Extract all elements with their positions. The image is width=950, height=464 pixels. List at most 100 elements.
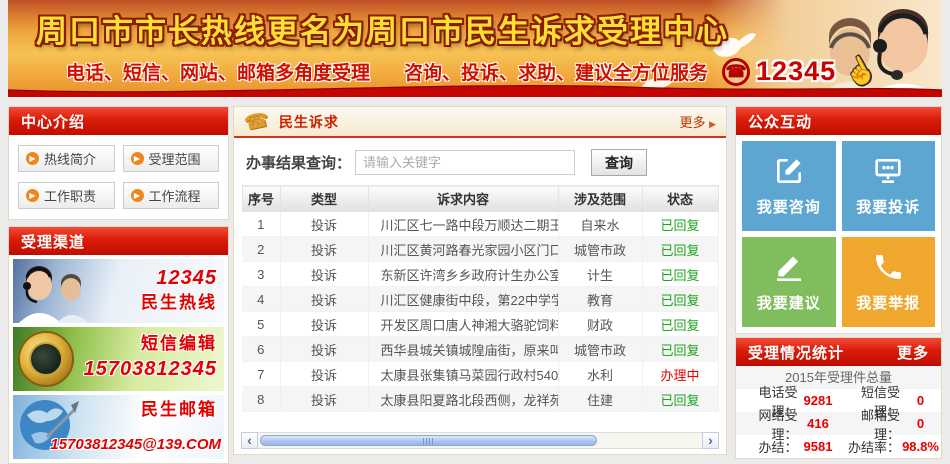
row-type: 投诉 xyxy=(280,212,368,237)
arrow-bullet-icon: ▶ xyxy=(131,152,144,165)
table-row: 6 投诉 西华县城关镇城隍庙街，原来叫箕… 城管市政 已回复 xyxy=(242,337,718,362)
row-type: 投诉 xyxy=(280,237,368,262)
consult-tile[interactable]: 我要咨询 xyxy=(742,141,836,231)
report-icon xyxy=(872,251,904,283)
scroll-left-button[interactable]: ‹ xyxy=(241,432,258,449)
public-interaction-header: 公众互动 xyxy=(736,107,941,135)
row-no: 3 xyxy=(242,262,280,287)
stat-rate: 办结率： 98.8% xyxy=(839,437,942,456)
table-row: 8 投诉 太康县阳夏路北段西侧，龙祥苑小… 住建 已回复 xyxy=(242,387,718,412)
acceptance-scope-button[interactable]: ▶ 受理范围 xyxy=(123,145,220,172)
table-row: 4 投诉 川汇区健康街中段，第22中学学校… 教育 已回复 xyxy=(242,287,718,312)
hotline-banner[interactable]: 12345 民生热线 xyxy=(13,259,224,323)
status-badge: 已回复 xyxy=(642,262,718,287)
col-header-content: 诉求内容 xyxy=(368,186,558,212)
arrow-bullet-icon: ▶ xyxy=(26,152,39,165)
request-link[interactable]: 东新区许湾乡乡政府计生办公室，… xyxy=(368,262,558,287)
col-header-type: 类型 xyxy=(280,186,368,212)
work-duty-label: 工作职责 xyxy=(44,186,96,205)
email-banner-address: 15703812345@139.COM xyxy=(13,436,221,453)
stats-row: 办结： 9581 办结率： 98.8% xyxy=(736,435,941,458)
channels-title: 受理渠道 xyxy=(21,231,85,252)
row-no: 5 xyxy=(242,312,280,337)
center-intro-body: ▶ 热线简介 ▶ 受理范围 ▶ 工作职责 ▶ 工作流程 xyxy=(9,135,228,219)
scrollbar-thumb[interactable] xyxy=(260,435,597,446)
sms-banner-text: 短信编辑 15703812345 xyxy=(84,333,217,383)
status-badge: 办理中 xyxy=(642,362,718,387)
report-label: 我要举报 xyxy=(856,292,920,313)
request-link[interactable]: 西华县城关镇城隍庙街，原来叫箕… xyxy=(368,337,558,362)
result-search-input[interactable] xyxy=(355,150,575,175)
request-link[interactable]: 川汇区黄河路春光家园小区门口东2… xyxy=(368,237,558,262)
work-duty-button[interactable]: ▶ 工作职责 xyxy=(18,182,115,209)
result-search-label: 办事结果查询： xyxy=(246,152,351,173)
complaint-label: 我要投诉 xyxy=(856,196,920,217)
row-scope: 教育 xyxy=(558,287,642,312)
email-banner[interactable]: 民生邮箱 15703812345@139.COM xyxy=(13,395,224,459)
hotline-banner-text: 12345 民生热线 xyxy=(141,265,217,315)
row-scope: 住建 xyxy=(558,387,642,412)
requests-more-link[interactable]: 更多 ▶ xyxy=(679,112,716,131)
requests-table: 序号 类型 诉求内容 涉及范围 状态 1 投诉 川汇区七一路中段万顺达二期王女…… xyxy=(242,185,719,412)
request-link[interactable]: 太康县阳夏路北段西侧，龙祥苑小… xyxy=(368,387,558,412)
operators-illustration xyxy=(13,259,103,323)
gold-clock-illustration xyxy=(18,331,74,387)
sms-banner-label: 短信编辑 xyxy=(84,333,217,356)
row-scope: 计生 xyxy=(558,262,642,287)
row-type: 投诉 xyxy=(280,387,368,412)
suggest-icon xyxy=(773,251,805,283)
result-search-row: 办事结果查询： 查询 xyxy=(234,138,726,183)
requests-more-label: 更多 xyxy=(679,115,705,130)
channels-panel: 受理渠道 12345 民生热线 短信编辑 157 xyxy=(8,226,229,464)
row-scope: 水利 xyxy=(558,362,642,387)
row-scope: 城管市政 xyxy=(558,337,642,362)
stat-rate-value: 98.8% xyxy=(900,439,941,454)
stats-panel: 受理情况统计 更多 2015年受理件总量 电话受理： 9281 短信受理： 0 … xyxy=(735,337,942,459)
row-scope: 自来水 xyxy=(558,212,642,237)
scrollbar-track[interactable] xyxy=(258,432,702,449)
acceptance-scope-label: 受理范围 xyxy=(149,149,201,168)
suggest-label: 我要建议 xyxy=(757,292,821,313)
top-banner: 周口市市长热线更名为周口市民生诉求受理中心 电话、短信、网站、邮箱多角度受理 咨… xyxy=(8,0,942,97)
sms-banner[interactable]: 短信编辑 15703812345 xyxy=(13,327,224,391)
row-scope: 财政 xyxy=(558,312,642,337)
status-badge: 已回复 xyxy=(642,312,718,337)
row-type: 投诉 xyxy=(280,312,368,337)
request-link[interactable]: 开发区周口唐人神湘大骆驼饲料有… xyxy=(368,312,558,337)
col-header-status: 状态 xyxy=(642,186,718,212)
stats-more-link[interactable]: 更多 xyxy=(897,342,929,363)
suggest-tile[interactable]: 我要建议 xyxy=(742,237,836,327)
row-type: 投诉 xyxy=(280,362,368,387)
interaction-tiles: 我要咨询 我要投诉 我要建议 我要举报 xyxy=(736,135,941,333)
row-no: 7 xyxy=(242,362,280,387)
request-link[interactable]: 太康县张集镇马菜园行政村540多亩… xyxy=(368,362,558,387)
row-no: 4 xyxy=(242,287,280,312)
channels-body: 12345 民生热线 短信编辑 15703812345 民生邮箱 1570381… xyxy=(9,255,228,463)
center-intro-title: 中心介绍 xyxy=(21,111,85,132)
request-link[interactable]: 川汇区健康街中段，第22中学学校… xyxy=(368,287,558,312)
complaint-icon xyxy=(872,155,904,187)
more-arrow-icon: ▶ xyxy=(709,119,716,129)
hotline-intro-button[interactable]: ▶ 热线简介 xyxy=(18,145,115,172)
hotline-banner-label: 民生热线 xyxy=(141,292,217,315)
work-flow-button[interactable]: ▶ 工作流程 xyxy=(123,182,220,209)
row-no: 8 xyxy=(242,387,280,412)
channels-header: 受理渠道 xyxy=(9,227,228,255)
public-interaction-title: 公众互动 xyxy=(748,111,812,132)
stat-done: 办结： 9581 xyxy=(736,437,839,456)
email-banner-label: 民生邮箱 xyxy=(141,399,217,422)
complaint-tile[interactable]: 我要投诉 xyxy=(842,141,936,231)
arrow-bullet-icon: ▶ xyxy=(131,189,144,202)
stat-email-value: 0 xyxy=(900,416,941,431)
stats-header: 受理情况统计 更多 xyxy=(736,338,941,366)
request-link[interactable]: 川汇区七一路中段万顺达二期王女… xyxy=(368,212,558,237)
gold-phone-icon: ☎ xyxy=(242,107,272,137)
table-row: 2 投诉 川汇区黄河路春光家园小区门口东2… 城管市政 已回复 xyxy=(242,237,718,262)
banner-red-wave xyxy=(8,81,942,97)
status-badge: 已回复 xyxy=(642,237,718,262)
search-button[interactable]: 查询 xyxy=(591,149,647,176)
horizontal-scrollbar: ‹ › xyxy=(241,432,719,449)
report-tile[interactable]: 我要举报 xyxy=(842,237,936,327)
stat-done-label: 办结： xyxy=(736,437,798,456)
scroll-right-button[interactable]: › xyxy=(702,432,719,449)
